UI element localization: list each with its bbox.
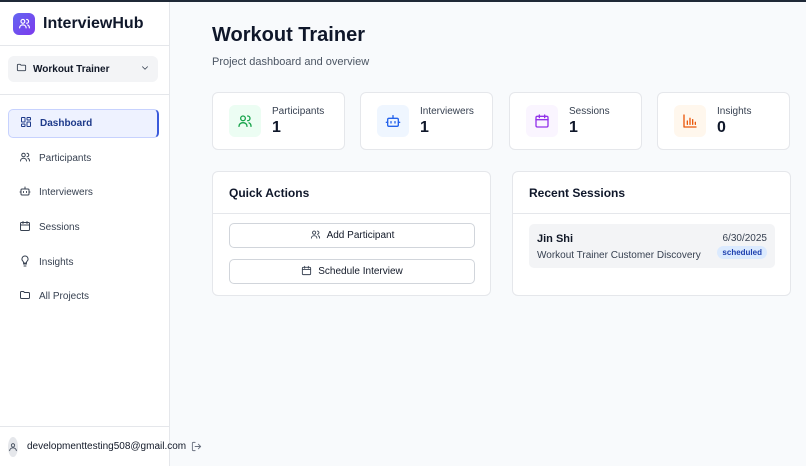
- folder-icon: [16, 62, 27, 76]
- project-select-value: Workout Trainer: [33, 63, 110, 75]
- bot-icon: [377, 105, 409, 137]
- session-title: Workout Trainer Customer Discovery: [537, 250, 701, 261]
- quick-actions-panel: Quick Actions Add Participant Schedule I…: [212, 171, 491, 296]
- panel-title: Quick Actions: [229, 185, 310, 200]
- stat-label: Sessions: [569, 105, 610, 117]
- user-email: developmenttesting508@gmail.com: [27, 441, 187, 452]
- page-title: Workout Trainer: [212, 24, 365, 46]
- sidebar-item-label: Sessions: [39, 222, 80, 234]
- bar-chart-icon: [674, 105, 706, 137]
- project-select[interactable]: Workout Trainer: [8, 56, 158, 82]
- brand[interactable]: InterviewHub: [0, 2, 169, 46]
- stat-label: Interviewers: [420, 105, 474, 117]
- stat-card-participants: Participants 1: [212, 92, 345, 150]
- session-date: 6/30/2025: [722, 233, 768, 244]
- button-label: Schedule Interview: [318, 266, 403, 277]
- sidebar-item-label: Insights: [39, 256, 74, 268]
- users-icon: [229, 105, 261, 137]
- users-icon: [19, 151, 31, 166]
- schedule-interview-button[interactable]: Schedule Interview: [229, 259, 475, 284]
- sidebar-item-participants[interactable]: Participants: [8, 144, 159, 173]
- status-badge: scheduled: [717, 246, 767, 259]
- dashboard-icon: [20, 116, 32, 131]
- sidebar-nav: Dashboard Participants Interviewers Sess…: [8, 109, 159, 317]
- session-participant-name: Jin Shi: [537, 233, 574, 245]
- sidebar-item-label: Participants: [39, 152, 92, 164]
- user-footer: developmenttesting508@gmail.com: [0, 426, 202, 466]
- stat-label: Insights: [717, 105, 752, 117]
- calendar-icon: [526, 105, 558, 137]
- session-item[interactable]: Jin Shi Workout Trainer Customer Discove…: [529, 224, 775, 268]
- sidebar-item-sessions[interactable]: Sessions: [8, 213, 159, 242]
- calendar-icon: [19, 220, 31, 235]
- page-subtitle: Project dashboard and overview: [212, 56, 370, 68]
- stat-card-sessions: Sessions 1: [509, 92, 642, 150]
- bot-icon: [19, 185, 31, 200]
- add-participant-button[interactable]: Add Participant: [229, 223, 475, 248]
- sidebar-item-label: Dashboard: [40, 118, 93, 129]
- stat-value: 0: [717, 118, 726, 136]
- recent-sessions-panel: Recent Sessions Jin Shi Workout Trainer …: [512, 171, 791, 296]
- stat-card-insights: Insights 0: [657, 92, 790, 150]
- users-icon: [310, 229, 321, 243]
- sidebar-item-all-projects[interactable]: All Projects: [8, 282, 159, 311]
- sidebar-item-interviewers[interactable]: Interviewers: [8, 178, 159, 207]
- chevron-down-icon: [140, 63, 150, 76]
- stat-value: 1: [272, 118, 281, 136]
- main-content: Workout Trainer Project dashboard and ov…: [170, 2, 806, 466]
- sidebar: InterviewHub Workout Trainer Dashboard P…: [0, 2, 202, 466]
- calendar-icon: [301, 265, 312, 279]
- sidebar-item-insights[interactable]: Insights: [8, 248, 159, 277]
- folder-icon: [19, 289, 31, 304]
- lightbulb-icon: [19, 255, 31, 270]
- stat-label: Participants: [272, 105, 325, 117]
- nav-divider: [0, 94, 170, 95]
- panel-title: Recent Sessions: [529, 185, 626, 200]
- stat-value: 1: [569, 118, 578, 136]
- sidebar-item-dashboard[interactable]: Dashboard: [8, 109, 159, 138]
- stat-value: 1: [420, 118, 429, 136]
- app-name: InterviewHub: [43, 14, 144, 32]
- sidebar-item-label: All Projects: [39, 291, 90, 303]
- avatar[interactable]: [8, 436, 18, 457]
- logo-users-icon: [13, 12, 35, 35]
- stat-card-interviewers: Interviewers 1: [360, 92, 493, 150]
- sidebar-item-label: Interviewers: [39, 187, 93, 199]
- button-label: Add Participant: [326, 230, 395, 241]
